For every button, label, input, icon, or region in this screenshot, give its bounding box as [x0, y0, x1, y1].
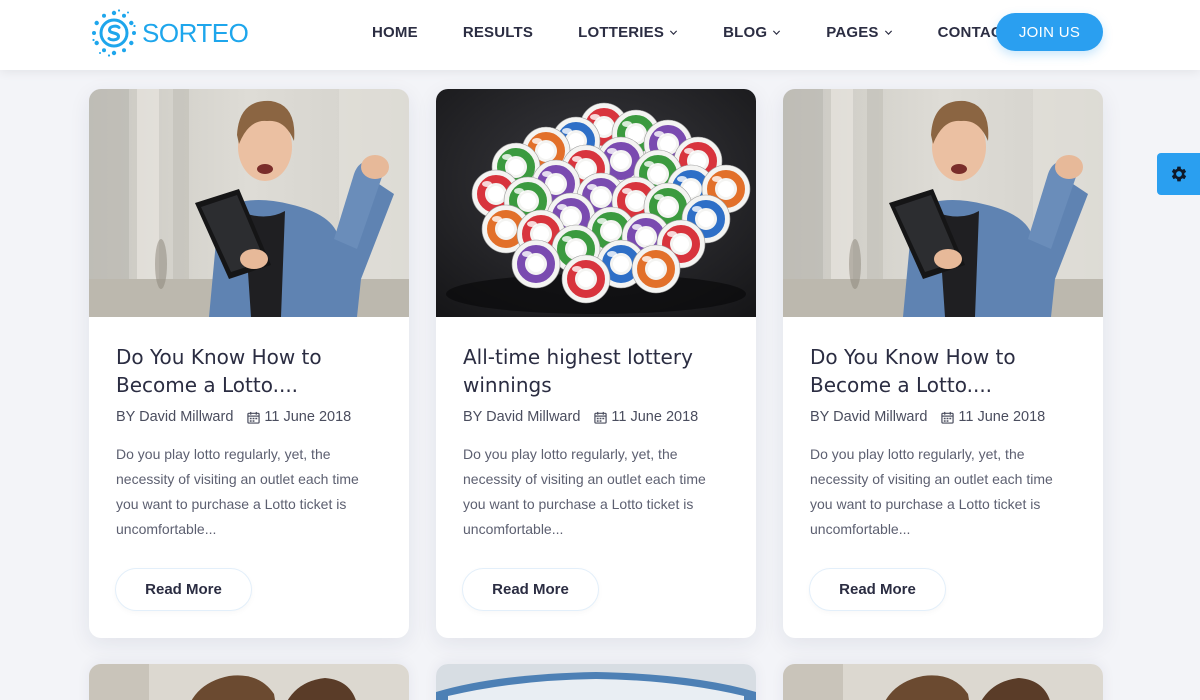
post-excerpt: Do you play lotto regularly, yet, the ne…	[810, 446, 1053, 537]
man-celebrating-photo	[783, 89, 1103, 317]
post-author: BY David Millward	[810, 409, 928, 425]
nav-pages[interactable]: PAGES	[826, 24, 892, 41]
nav-pages-label: PAGES	[826, 23, 879, 41]
post-title-line: Become a Lotto....	[810, 373, 993, 397]
site-header: SORTEO HOME RESULTS LOTTERIES BLOG PAGES	[0, 0, 1200, 70]
chevron-down-icon	[670, 30, 678, 35]
main-nav: HOME RESULTS LOTTERIES BLOG PAGES CONTAC…	[372, 0, 1037, 64]
nav-lotteries[interactable]: LOTTERIES	[578, 24, 678, 41]
post-image-partial	[783, 664, 1103, 700]
read-more-button[interactable]: Read More	[462, 568, 599, 611]
post-image-lottery-balls[interactable]	[436, 89, 756, 317]
post-meta: BY David Millward 11 June 2018	[463, 409, 729, 425]
post-title-line: Become a Lotto....	[116, 373, 299, 397]
calendar-icon	[594, 411, 608, 424]
man-celebrating-photo	[89, 89, 409, 317]
post-title-line: winnings	[463, 373, 552, 397]
post-excerpt: Do you play lotto regularly, yet, the ne…	[116, 446, 359, 537]
blog-card: Do You Know How to Become a Lotto.... BY…	[783, 89, 1103, 638]
blog-card: Do You Know How to Become a Lotto.... BY…	[89, 89, 409, 638]
post-author: BY David Millward	[116, 409, 234, 425]
post-meta: BY David Millward 11 June 2018	[116, 409, 382, 425]
blog-card-partial[interactable]	[436, 664, 756, 700]
join-us-button[interactable]: JOIN US	[996, 13, 1103, 51]
post-title[interactable]: Do You Know How to Become a Lotto....	[810, 343, 1076, 399]
brand-logo[interactable]: SORTEO	[90, 8, 249, 58]
brand-name: SORTEO	[142, 17, 249, 48]
nav-home-label: HOME	[372, 23, 418, 41]
nav-results-label: RESULTS	[462, 23, 534, 41]
post-image-man-with-tablet[interactable]	[783, 89, 1103, 317]
post-author: BY David Millward	[463, 409, 581, 425]
logo-icon	[92, 9, 136, 57]
post-date: 11 June 2018	[611, 409, 699, 425]
post-title-line: Do You Know How to	[810, 345, 1016, 369]
post-image-man-with-tablet[interactable]	[89, 89, 409, 317]
post-image-partial	[436, 664, 756, 700]
post-meta: BY David Millward 11 June 2018	[810, 409, 1076, 425]
nav-lotteries-label: LOTTERIES	[578, 23, 665, 41]
post-title-line: Do You Know How to	[116, 345, 322, 369]
lottery-balls-photo	[436, 89, 756, 317]
post-image-partial	[89, 664, 409, 700]
chevron-down-icon	[773, 30, 781, 35]
post-title-line: All-time highest lottery	[463, 345, 693, 369]
calendar-icon	[247, 411, 261, 424]
calendar-icon	[941, 411, 955, 424]
blog-card-partial[interactable]	[89, 664, 409, 700]
read-more-button[interactable]: Read More	[809, 568, 946, 611]
post-excerpt: Do you play lotto regularly, yet, the ne…	[463, 446, 706, 537]
nav-blog-label: BLOG	[723, 23, 768, 41]
post-title[interactable]: All-time highest lottery winnings	[463, 343, 729, 399]
nav-blog[interactable]: BLOG	[723, 24, 781, 41]
blog-card-partial[interactable]	[783, 664, 1103, 700]
blog-card: All-time highest lottery winnings BY Dav…	[436, 89, 756, 638]
nav-results[interactable]: RESULTS	[463, 24, 533, 41]
post-date: 11 June 2018	[958, 409, 1046, 425]
post-date: 11 June 2018	[264, 409, 352, 425]
gear-icon	[1171, 166, 1186, 182]
settings-toggle-button[interactable]	[1157, 153, 1200, 195]
post-title[interactable]: Do You Know How to Become a Lotto....	[116, 343, 382, 399]
read-more-button[interactable]: Read More	[115, 568, 252, 611]
chevron-down-icon	[884, 30, 892, 35]
nav-home[interactable]: HOME	[372, 24, 418, 41]
